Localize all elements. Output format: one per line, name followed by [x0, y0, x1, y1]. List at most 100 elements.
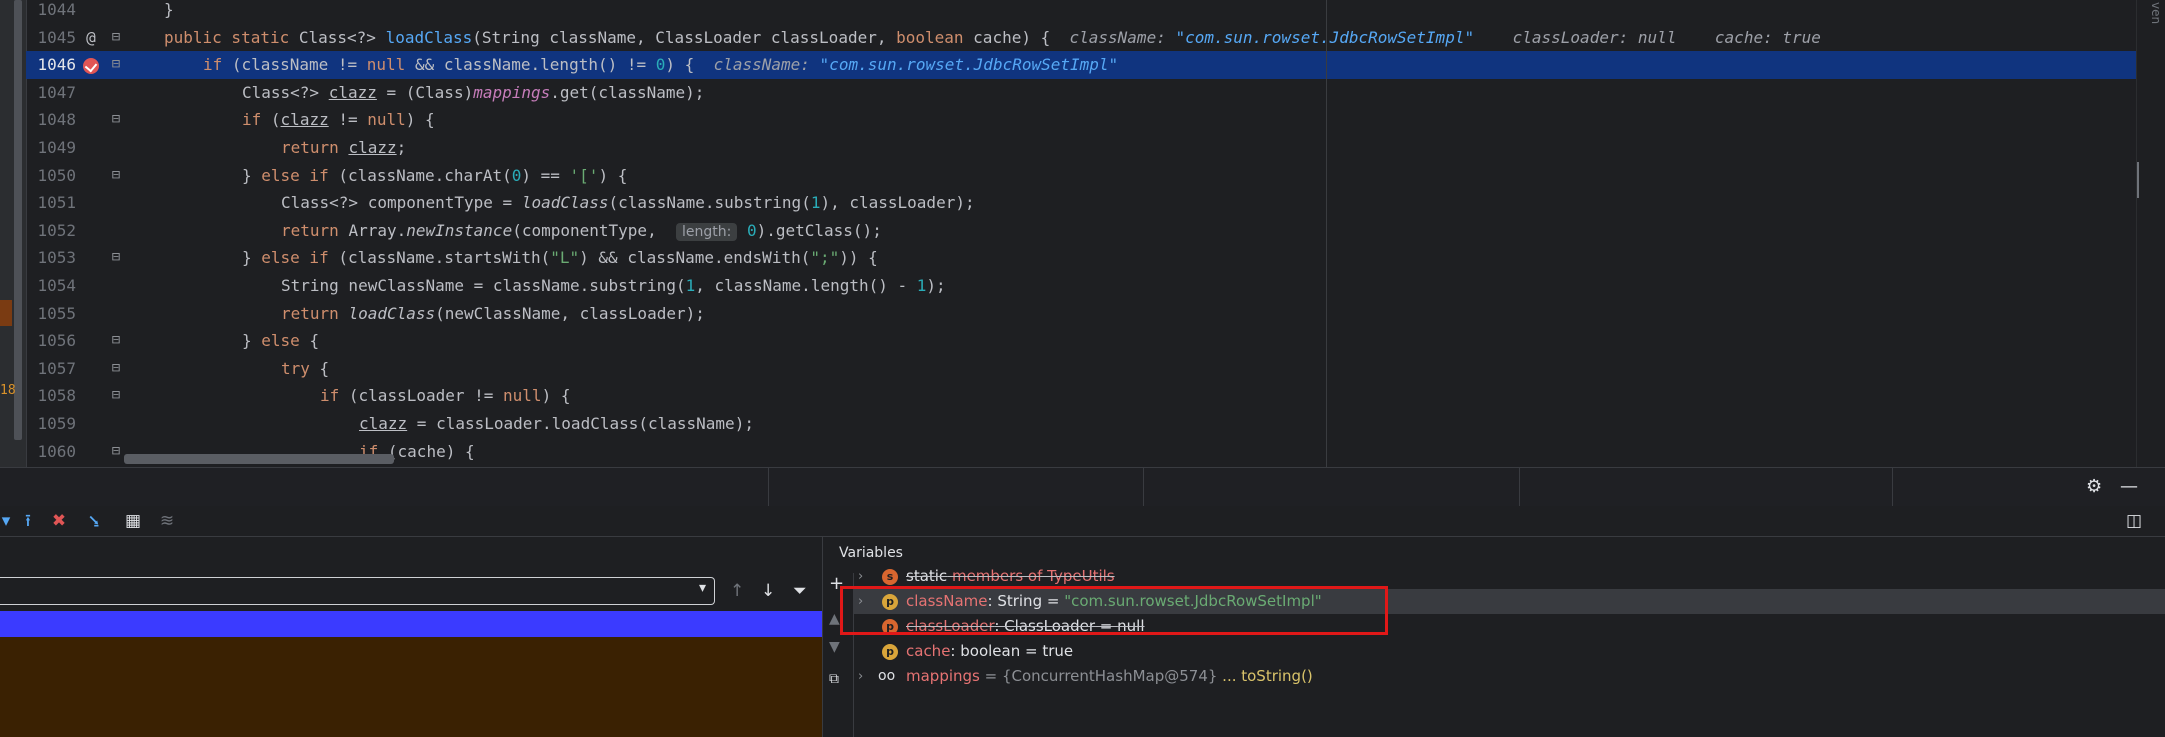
- code-text: if (classLoader != null) {: [320, 382, 570, 410]
- step-out-icon[interactable]: ⭱: [16, 509, 40, 533]
- code-token: ), classLoader);: [820, 193, 975, 213]
- line-number[interactable]: 1056: [32, 327, 76, 355]
- layout-icon[interactable]: ◫: [2122, 509, 2146, 533]
- code-token: null: [366, 55, 415, 75]
- line-number[interactable]: 1044: [32, 0, 76, 24]
- fold-icon[interactable]: ⊟: [106, 382, 126, 410]
- code-token: 0: [511, 165, 522, 185]
- evaluate-icon[interactable]: ≋: [155, 509, 179, 533]
- arrow-up-icon[interactable]: ↑: [730, 581, 744, 601]
- fold-icon[interactable]: ⊟: [106, 327, 126, 355]
- line-number[interactable]: 1049: [32, 134, 76, 162]
- code-token: (className !=: [231, 55, 367, 75]
- overrides-icon[interactable]: @: [80, 24, 102, 52]
- code-line[interactable]: 1054 String newClassName = className.subs…: [26, 272, 2165, 300]
- code-token: (String className, ClassLoader classLoad…: [472, 27, 897, 47]
- code-line[interactable]: 1049 return clazz;: [26, 134, 2165, 162]
- code-token: return: [281, 138, 349, 157]
- line-number[interactable]: 1050: [32, 162, 76, 190]
- code-text: Class<?> clazz = (Class)mappings.get(cla…: [242, 79, 704, 107]
- fold-icon[interactable]: ⊟: [106, 106, 126, 134]
- variable-row-mappings[interactable]: › oo mappings = {ConcurrentHashMap@574} ..…: [854, 664, 2165, 689]
- code-token: (componentType,: [512, 220, 676, 240]
- code-token: (classLoader !=: [348, 386, 504, 406]
- code-token: try: [281, 358, 320, 378]
- code-line[interactable]: 1046 ⊟ if (className != null && className.…: [26, 51, 2165, 79]
- code-line[interactable]: 1055 return loadClass(newClassName, class…: [26, 300, 2165, 328]
- gutter-marker[interactable]: [80, 51, 102, 79]
- code-token: 0: [655, 55, 666, 75]
- editor-horizontal-scrollbar[interactable]: [124, 454, 394, 464]
- line-number[interactable]: 1048: [32, 106, 76, 134]
- line-number[interactable]: 1054: [32, 272, 76, 300]
- right-gutter: ven: [2136, 0, 2165, 467]
- code-line[interactable]: 1057 ⊟ try {: [26, 355, 2165, 383]
- code-token: )) {: [839, 248, 878, 268]
- editor-vertical-scrollbar[interactable]: [14, 0, 22, 440]
- fold-icon[interactable]: ⊟: [106, 355, 126, 383]
- move-up-icon[interactable]: ▲: [829, 611, 840, 627]
- line-number[interactable]: 1046: [32, 51, 76, 79]
- arrow-down-icon[interactable]: ↓: [761, 581, 775, 601]
- code-line[interactable]: 1052 return Array.newInstance(componentTy…: [26, 217, 2165, 245]
- line-number[interactable]: 1059: [32, 410, 76, 438]
- code-token: ) {: [405, 110, 435, 130]
- code-text: }: [164, 0, 174, 24]
- code-token: ) {: [598, 165, 628, 185]
- code-line[interactable]: 1048 ⊟ if (clazz != null) {: [26, 106, 2165, 134]
- scroll-mark: [2137, 162, 2149, 198]
- variable-row-cache[interactable]: p cache: boolean = true: [854, 639, 2165, 664]
- table-icon[interactable]: ▦: [121, 509, 145, 533]
- to-string-link[interactable]: ... toString(): [1217, 667, 1313, 685]
- line-number[interactable]: 1052: [32, 217, 76, 245]
- selected-frame-row[interactable]: [0, 611, 822, 637]
- code-token: "L": [550, 248, 580, 268]
- code-token: else if: [261, 165, 339, 185]
- chevron-right-icon[interactable]: ›: [858, 664, 863, 689]
- code-text: return clazz;: [281, 134, 406, 162]
- code-token: }: [164, 0, 174, 19]
- code-line[interactable]: 1056 ⊟} else {: [26, 327, 2165, 355]
- line-number[interactable]: 1045: [32, 24, 76, 52]
- code-line[interactable]: 1051 Class<?> componentType = loadClass(c…: [26, 189, 2165, 217]
- fold-icon[interactable]: ⊟: [106, 438, 126, 466]
- code-editor[interactable]: 18 1044} 1045 @ ⊟ public static Class<?> loa…: [0, 0, 2165, 467]
- thread-selector[interactable]: ▾: [0, 577, 715, 605]
- code-text: } else if (className.charAt(0) == '[') {: [242, 162, 627, 190]
- filter-icon[interactable]: ⏷: [793, 581, 807, 601]
- line-number[interactable]: 1053: [32, 244, 76, 272]
- code-line[interactable]: 1050 ⊟ } else if (className.charAt(0) == '…: [26, 162, 2165, 190]
- gear-icon[interactable]: ⚙: [2086, 476, 2102, 497]
- fold-icon[interactable]: ⊟: [106, 244, 126, 272]
- code-line[interactable]: 1058 ⊟ if (classLoader != null) {: [26, 382, 2165, 410]
- code-text: return loadClass(newClassName, classLoad…: [281, 300, 705, 328]
- line-number[interactable]: 1051: [32, 189, 76, 217]
- line-number[interactable]: 1055: [32, 300, 76, 328]
- copy-icon[interactable]: ⧉: [829, 671, 839, 687]
- code-line[interactable]: 1053 ⊟} else if (className.startsWith("L"…: [26, 244, 2165, 272]
- minimize-icon[interactable]: —: [2120, 476, 2138, 497]
- code-token: 1: [685, 276, 696, 295]
- code-token: className:: [713, 55, 820, 75]
- line-number[interactable]: 1058: [32, 382, 76, 410]
- right-gutter-label: ven: [2149, 2, 2163, 25]
- move-down-icon[interactable]: ▼: [829, 639, 840, 655]
- fold-icon[interactable]: ⊟: [106, 162, 126, 190]
- code-token: .get(className);: [550, 82, 705, 102]
- fold-icon[interactable]: ⊟: [106, 24, 126, 52]
- code-token: Class<?>: [298, 27, 386, 47]
- code-line[interactable]: 1044}: [26, 0, 2165, 24]
- fold-icon[interactable]: ⊟: [106, 51, 126, 79]
- line-number[interactable]: 1047: [32, 79, 76, 107]
- breakpoint-icon[interactable]: [83, 57, 99, 74]
- code-line[interactable]: 1045 @ ⊟ public static Class<?> loadClass(S…: [26, 24, 2165, 52]
- chevron-down-icon[interactable]: ▾: [699, 580, 706, 596]
- code-line[interactable]: 1059 clazz = classLoader.loadClass(classN…: [26, 410, 2165, 438]
- line-number[interactable]: 1060: [32, 438, 76, 466]
- clear-breakpoints-icon[interactable]: ✖: [47, 509, 71, 533]
- code-token: loadClass: [521, 193, 609, 213]
- run-to-cursor-icon[interactable]: ⭸: [82, 509, 106, 533]
- line-number[interactable]: 1057: [32, 355, 76, 383]
- code-line[interactable]: 1047 Class<?> clazz = (Class)mappings.get…: [26, 79, 2165, 107]
